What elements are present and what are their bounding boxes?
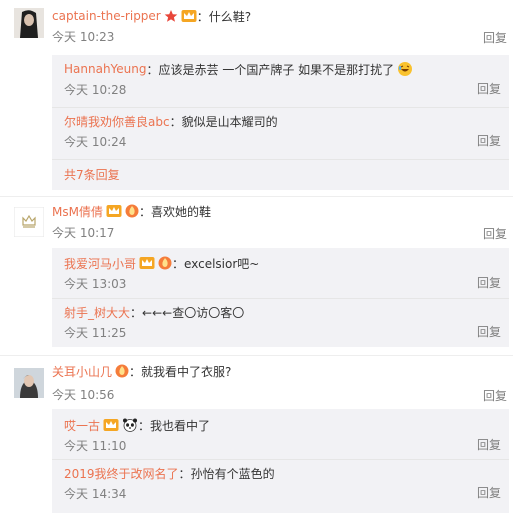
reply-username[interactable]: HannahYeung: [64, 62, 147, 76]
comment-text: 就我看中了衣服?: [141, 364, 232, 379]
comment-time: 今天 10:56: [52, 387, 115, 402]
comment-text: 什么鞋?: [208, 9, 252, 24]
reply-item: 2019我终于改网名了 ： 孙怡有个蓝色的 今天 14:34 回复: [64, 465, 501, 501]
reply-button[interactable]: 回复: [477, 80, 501, 97]
reply-text: 我也看中了: [150, 418, 211, 433]
reply-button[interactable]: 回复: [477, 323, 501, 340]
avatar[interactable]: [14, 368, 44, 398]
crown-badge-icon[interactable]: [106, 204, 122, 218]
reply-button[interactable]: 回复: [483, 29, 507, 46]
reply-button[interactable]: 回复: [477, 436, 501, 453]
reply-time: 今天 11:10: [64, 438, 127, 453]
fire-level-icon: [158, 256, 172, 270]
reply-time: 今天 13:03: [64, 276, 127, 291]
laughing-emoji-icon: [397, 61, 413, 77]
fire-level-icon: [125, 204, 139, 218]
reply-list: HannahYeung ： 应该是赤芸 一个国产牌子 如果不是那打扰了 今天 1…: [52, 55, 509, 190]
reply-button[interactable]: 回复: [483, 225, 507, 242]
reply-list: 哎一古 ： 我也看中了 今天 11:10 回复 2019我终于改网名了 ： 孙怡…: [52, 409, 509, 513]
divider: [52, 298, 509, 299]
divider: [52, 159, 509, 160]
divider: [52, 459, 509, 460]
comment-item: 关耳小山几 ： 就我看中了衣服? 今天 10:56 回复 哎一古 ： 我也看中了: [0, 356, 513, 513]
reply-button[interactable]: 回复: [477, 132, 501, 149]
red-star-icon: [164, 9, 178, 23]
reply-button[interactable]: 回复: [477, 484, 501, 501]
reply-time: 今天 14:34: [64, 486, 127, 501]
reply-item: 射手_树大大 ： ←←←查〇访〇客〇 今天 11:25 回复: [64, 304, 501, 340]
reply-button[interactable]: 回复: [477, 274, 501, 291]
reply-text: 貌似是山本耀司的: [181, 114, 278, 129]
reply-text: excelsior吧~: [184, 256, 260, 271]
avatar[interactable]: [14, 207, 44, 237]
crown-badge-icon[interactable]: [103, 418, 119, 432]
comment-username[interactable]: MsM倩倩: [52, 203, 103, 220]
reply-username[interactable]: 尔晴我劝你善良abc: [64, 113, 170, 130]
reply-time: 今天 11:25: [64, 325, 127, 340]
comment-username[interactable]: 关耳小山几: [52, 363, 112, 380]
comment-text: 喜欢她的鞋: [150, 204, 211, 219]
reply-time: 今天 10:28: [64, 82, 127, 97]
reply-text: 应该是赤芸 一个国产牌子 如果不是那打扰了: [158, 62, 395, 77]
more-replies-link[interactable]: 共7条回复: [64, 166, 120, 183]
panda-emoji-icon: [122, 418, 138, 432]
comment-username[interactable]: captain-the-ripper: [52, 9, 161, 23]
reply-text: ←←←查〇访〇客〇: [142, 305, 245, 320]
reply-item: HannahYeung ： 应该是赤芸 一个国产牌子 如果不是那打扰了 今天 1…: [64, 61, 501, 97]
reply-button[interactable]: 回复: [483, 387, 507, 404]
reply-list: 我爱河马小哥 ： excelsior吧~ 今天 13:03 回复 射手_树大大 …: [52, 248, 509, 347]
comment-item: MsM倩倩 ： 喜欢她的鞋 今天 10:17 回复 我爱河马小哥 ： excel…: [0, 197, 513, 353]
reply-item: 尔晴我劝你善良abc ： 貌似是山本耀司的 今天 10:24 回复: [64, 113, 501, 149]
reply-time: 今天 10:24: [64, 134, 127, 149]
reply-text: 孙怡有个蓝色的: [190, 466, 275, 481]
crown-badge-icon[interactable]: [181, 9, 197, 23]
comment-time: 今天 10:23: [52, 29, 115, 44]
fire-level-icon: [115, 364, 129, 378]
reply-username[interactable]: 我爱河马小哥: [64, 255, 136, 272]
comment-time: 今天 10:17: [52, 225, 115, 240]
avatar[interactable]: [14, 8, 44, 38]
reply-username[interactable]: 射手_树大大: [64, 304, 130, 321]
reply-item: 哎一古 ： 我也看中了 今天 11:10 回复: [64, 417, 501, 453]
reply-username[interactable]: 哎一古: [64, 417, 100, 434]
reply-item: 我爱河马小哥 ： excelsior吧~ 今天 13:03 回复: [64, 255, 501, 291]
comment-item: captain-the-ripper ： 什么鞋? 今天 10:23 回复 Ha…: [0, 0, 513, 196]
reply-username[interactable]: 2019我终于改网名了: [64, 465, 179, 482]
crown-badge-icon[interactable]: [139, 256, 155, 270]
divider: [52, 107, 509, 108]
